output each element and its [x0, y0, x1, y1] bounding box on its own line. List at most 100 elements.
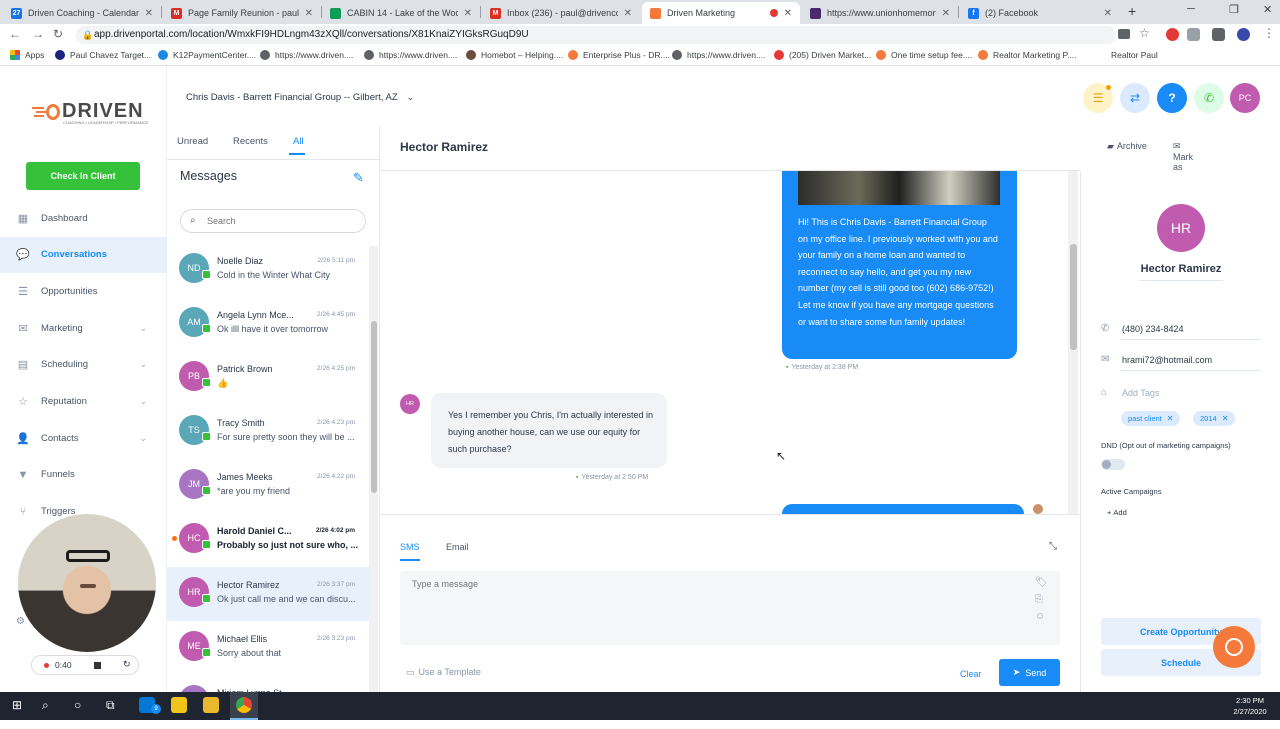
collapse-icon[interactable]: ⤡	[1049, 541, 1057, 552]
add-campaign-button[interactable]: + Add	[1107, 508, 1127, 517]
sidebar-item-funnels[interactable]: ▼ Funnels	[0, 457, 167, 493]
sidebar-item-marketing[interactable]: ✉ Marketing ⌄	[0, 310, 167, 346]
list-icon[interactable]: ☰	[1083, 83, 1113, 113]
attachment-icon[interactable]: ⎘	[1035, 594, 1043, 605]
browser-tab[interactable]: 27 Driven Coaching - Calendar - Wee ✕	[3, 2, 161, 24]
new-tab-button[interactable]: +	[1128, 3, 1136, 19]
settings-icon[interactable]: ⚙	[16, 616, 25, 627]
conversation-item[interactable]: HC Harold Daniel C... 2/26 4:02 pm Probably…	[167, 513, 369, 567]
cortana-icon[interactable]: ○	[74, 698, 81, 712]
store-app-icon[interactable]	[171, 697, 187, 713]
tab-email[interactable]: Email	[446, 542, 469, 552]
contact-email-row[interactable]: ✉ hrami72@hotmail.com	[1101, 354, 1212, 365]
close-tab-icon[interactable]: ✕	[784, 8, 792, 19]
conversation-scroll-thumb[interactable]	[371, 321, 377, 493]
apps-bookmark[interactable]: Apps	[10, 50, 44, 60]
user-avatar[interactable]: PC	[1230, 83, 1260, 113]
bookmark-item[interactable]: Realtor Paul	[1096, 50, 1158, 60]
clear-button[interactable]: Clear	[960, 669, 982, 679]
sidebar-item-opportunities[interactable]: ☰ Opportunities	[0, 273, 167, 309]
bookmark-item[interactable]: Homebot – Helping....	[466, 50, 563, 60]
forward-icon[interactable]: →	[32, 27, 44, 41]
remove-tag-icon[interactable]: ✕	[1222, 414, 1229, 423]
tab-unread[interactable]: Unread	[177, 136, 208, 147]
reload-icon[interactable]: ↻	[53, 27, 63, 41]
search-box[interactable]: ⌕	[180, 209, 366, 233]
sidebar-item-reputation[interactable]: ☆ Reputation ⌄	[0, 384, 167, 420]
bookmark-item[interactable]: One time setup fee....	[876, 50, 972, 60]
chat-thread[interactable]: Hi! This is Chris Davis - Barrett Financ…	[380, 171, 1080, 514]
close-tab-icon[interactable]: ✕	[942, 8, 950, 19]
close-tab-icon[interactable]: ✕	[1104, 8, 1112, 19]
chat-scroll-thumb[interactable]	[1070, 244, 1077, 350]
conversation-item[interactable]: HR Hector Ramirez 2/26 3:37 pm Ok just call…	[167, 567, 369, 621]
restore-button[interactable]: ❐	[1229, 3, 1239, 16]
task-view-icon[interactable]: ⧉	[106, 698, 115, 713]
browser-tab[interactable]: https://www.unionhomemortgage. ✕	[802, 2, 958, 24]
close-tab-icon[interactable]: ✕	[305, 8, 313, 19]
send-button[interactable]: ➤ Send	[999, 659, 1060, 686]
help-icon[interactable]: ?	[1157, 83, 1187, 113]
conversation-item[interactable]: ND Noelle Diaz 2/26 5:11 pm Cold in the Win…	[167, 243, 369, 297]
bookmark-item[interactable]: (205) Driven Market...	[774, 50, 871, 60]
extension-icon[interactable]	[1212, 28, 1225, 41]
browser-tab[interactable]: CABIN 14 - Lake of the Woods A ✕	[322, 2, 480, 24]
conversation-item[interactable]: TS Tracy Smith 2/26 4:23 pm For sure pretty…	[167, 405, 369, 459]
bookmark-item[interactable]: Realtor Marketing P....	[978, 50, 1076, 60]
dnd-toggle[interactable]	[1101, 459, 1125, 470]
sidebar-item-dashboard[interactable]: ▦ Dashboard	[0, 200, 167, 236]
restart-icon[interactable]: ↻	[123, 659, 131, 670]
conversation-item[interactable]: AM Angela Lynn Mce... 2/26 4:45 pm Ok illl …	[167, 297, 369, 351]
sidebar-item-conversations[interactable]: 💬 Conversations	[0, 236, 167, 273]
extension-icon[interactable]	[1166, 28, 1179, 41]
back-icon[interactable]: ←	[9, 27, 21, 41]
archive-button[interactable]: ▰ Archive	[1107, 141, 1147, 152]
windows-start-icon[interactable]: ⊞	[12, 698, 22, 712]
bookmark-item[interactable]: https://www.driven....	[260, 50, 353, 60]
search-icon[interactable]: ⌕	[42, 698, 49, 713]
mms-photo[interactable]	[798, 171, 1000, 205]
profile-avatar[interactable]	[1237, 28, 1250, 41]
support-chat-icon[interactable]	[1213, 626, 1255, 668]
bookmark-item[interactable]: https://www.driven....	[364, 50, 457, 60]
contact-phone-row[interactable]: ✆ (480) 234-8424	[1101, 323, 1184, 334]
conversation-item[interactable]: JM James Meeks 2/26 4:22 pm *are you my fri…	[167, 459, 369, 513]
conversation-item[interactable]: ME Michael Ellis 2/26 3:23 pm Sorry about t…	[167, 621, 369, 675]
camera-icon[interactable]	[1118, 29, 1130, 39]
tag-chip[interactable]: 2014 ✕	[1193, 411, 1236, 426]
extension-icon[interactable]	[1187, 28, 1200, 41]
bookmark-star-icon[interactable]: ☆	[1139, 26, 1150, 40]
close-tab-icon[interactable]: ✕	[464, 8, 472, 19]
bookmark-item[interactable]: Enterprise Plus - DR....	[568, 50, 670, 60]
tab-all[interactable]: All	[293, 136, 304, 147]
menu-icon[interactable]: ⋮	[1263, 26, 1275, 40]
phone-icon[interactable]: ✆	[1194, 83, 1224, 113]
browser-tab[interactable]: f (2) Facebook ✕	[960, 2, 1120, 24]
conversation-item[interactable]: PB Patrick Brown 2/26 4:25 pm 👍	[167, 351, 369, 405]
use-template-button[interactable]: ▭ Use a Template	[406, 667, 481, 678]
taskbar-active-app[interactable]	[230, 692, 258, 720]
stop-icon[interactable]	[94, 662, 101, 669]
tab-recents[interactable]: Recents	[233, 136, 268, 147]
browser-tab[interactable]: M Inbox (236) - paul@drivencoachi ✕	[482, 2, 640, 24]
bookmark-item[interactable]: Paul Chavez Target...	[55, 50, 151, 60]
search-input[interactable]	[207, 214, 357, 228]
message-input[interactable]	[412, 579, 1012, 635]
message-box[interactable]: 🏷 ⎘ ☺	[400, 571, 1060, 645]
browser-tab[interactable]: Driven Marketing ✕	[642, 2, 800, 24]
sidebar-item-contacts[interactable]: 👤 Contacts ⌄	[0, 420, 167, 456]
tag-icon[interactable]: 🏷	[1035, 577, 1048, 588]
tag-chip[interactable]: past client ✕	[1121, 411, 1181, 426]
close-window-button[interactable]: ✕	[1263, 3, 1272, 16]
check-in-client-button[interactable]: Check In Client	[26, 162, 140, 190]
remove-tag-icon[interactable]: ✕	[1167, 414, 1174, 423]
url-field[interactable]: 🔒 app.drivenportal.com/location/WmxkFI9H…	[76, 26, 1116, 44]
file-explorer-icon[interactable]	[203, 697, 219, 713]
browser-tab[interactable]: M Page Family Reunion - paulfchavez ✕	[163, 2, 321, 24]
tab-sms[interactable]: SMS	[400, 542, 420, 552]
minimize-button[interactable]: ─	[1187, 3, 1195, 15]
system-clock[interactable]: 2:30 PM 2/27/2020	[1230, 695, 1270, 717]
add-tags-field[interactable]: ⌂ Add Tags	[1101, 387, 1159, 398]
sidebar-item-scheduling[interactable]: ▤ Scheduling ⌄	[0, 347, 167, 383]
compose-icon[interactable]: ✎	[353, 170, 364, 186]
